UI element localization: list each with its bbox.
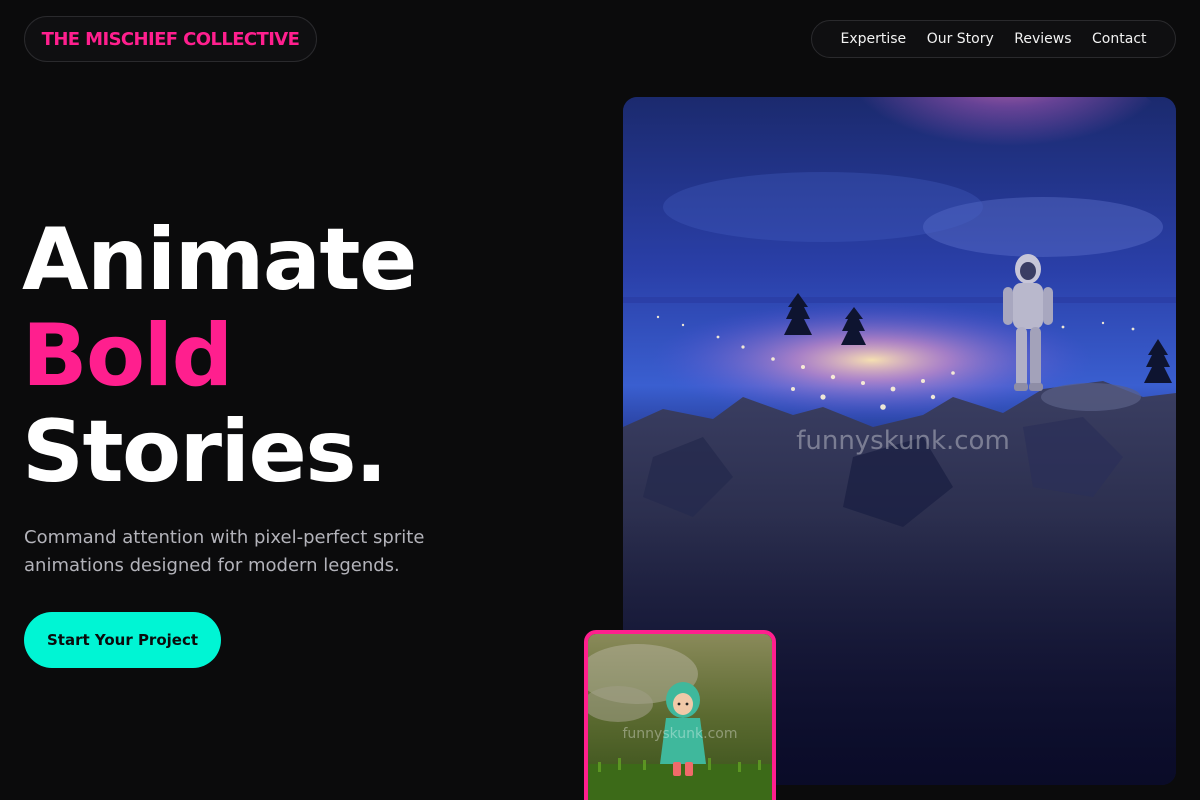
brand-logo-text: THE MISCHIEF COLLECTIVE xyxy=(41,28,300,50)
start-project-button[interactable]: Start Your Project xyxy=(24,612,221,668)
nav-link-our-story[interactable]: Our Story xyxy=(927,31,994,47)
hero-subtitle: Command attention with pixel-perfect spr… xyxy=(24,527,425,576)
headline-line-animate: Animate xyxy=(22,210,417,310)
headline-line-stories: Stories. xyxy=(22,402,388,502)
nav-link-expertise[interactable]: Expertise xyxy=(841,31,907,47)
logo-link[interactable]: THE MISCHIEF COLLECTIVE xyxy=(24,16,317,62)
hero-thumbnail-image: funnyskunk.com xyxy=(584,630,776,800)
headline-line-bold: Bold xyxy=(22,306,233,406)
toy-figure-illustration: funnyskunk.com xyxy=(588,634,772,800)
landing-page: THE MISCHIEF COLLECTIVE Expertise Our St… xyxy=(0,0,1200,800)
hero-headline: Animate Bold Stories. xyxy=(22,210,417,502)
main-nav: Expertise Our Story Reviews Contact xyxy=(811,20,1176,58)
nav-link-contact[interactable]: Contact xyxy=(1092,31,1146,47)
thumb-image-watermark: funnyskunk.com xyxy=(622,726,737,742)
main-image-watermark: funnyskunk.com xyxy=(796,426,1010,456)
nav-link-reviews[interactable]: Reviews xyxy=(1014,31,1071,47)
